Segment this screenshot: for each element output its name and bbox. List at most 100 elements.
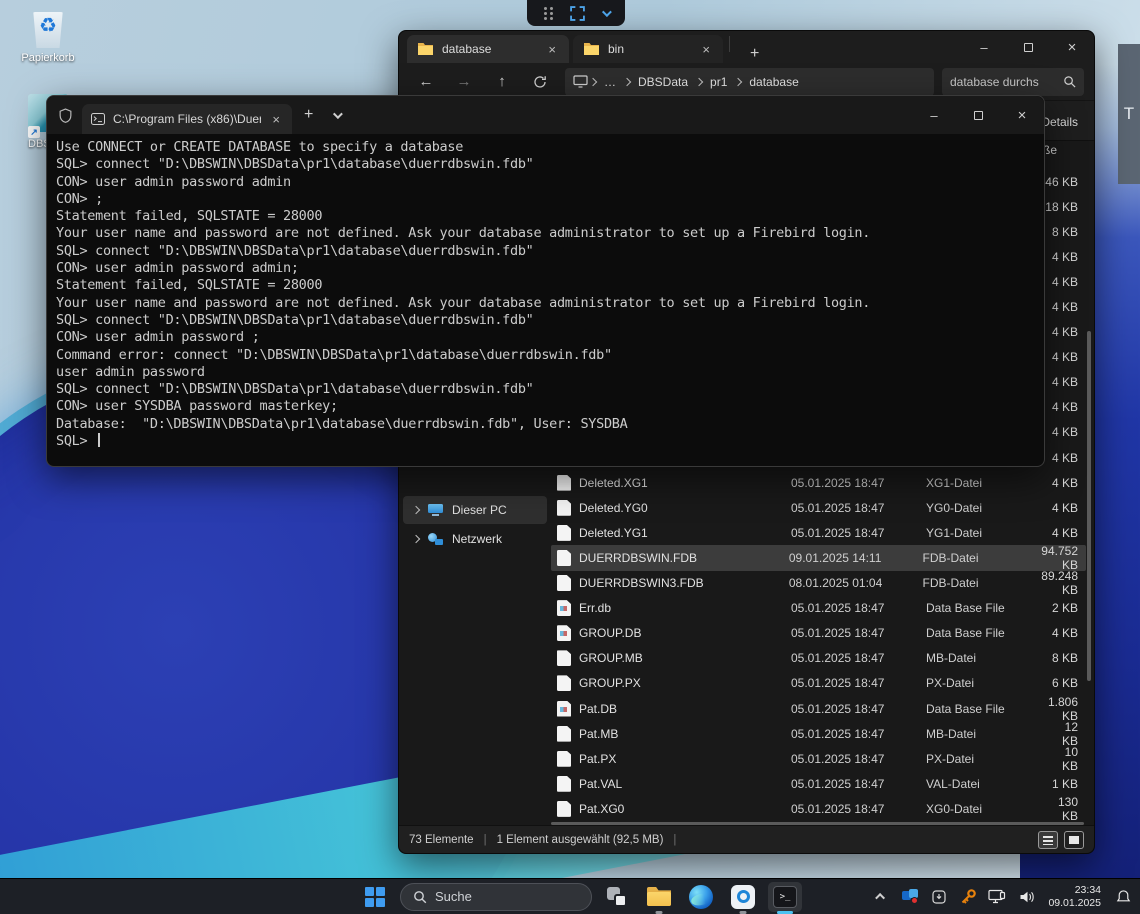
search-placeholder: Suche: [435, 889, 472, 904]
breadcrumb-chevron-icon: [695, 77, 703, 85]
terminal-tab[interactable]: C:\Program Files (x86)\Duerr\ ×: [82, 104, 292, 134]
window-controls: – ×: [962, 31, 1094, 63]
close-button[interactable]: ×: [1050, 31, 1094, 63]
remote-session-toolbar[interactable]: [527, 0, 625, 26]
tray-volume-icon[interactable]: [1015, 883, 1037, 911]
details-view-toggle[interactable]: [1038, 831, 1058, 849]
recycle-symbol-icon: ♻: [26, 13, 70, 38]
new-tab-button[interactable]: +: [742, 45, 767, 63]
file-row[interactable]: DUERRDBSWIN.FDB09.01.2025 14:11FDB-Datei…: [551, 545, 1086, 570]
forward-button[interactable]: →: [447, 68, 481, 96]
file-size: 4 KB: [1046, 476, 1080, 490]
file-row[interactable]: Deleted.YG105.01.2025 18:47YG1-Datei4 KB: [551, 520, 1086, 545]
tab-close-icon[interactable]: ×: [699, 42, 713, 57]
file-date: 05.01.2025 18:47: [791, 476, 926, 490]
tray-key-icon[interactable]: [957, 883, 979, 911]
terminal-window: C:\Program Files (x86)\Duerr\ × + – × Us…: [46, 95, 1045, 467]
tab-close-icon[interactable]: ×: [545, 42, 559, 57]
database-file-icon: [557, 701, 571, 717]
chevron-right-icon[interactable]: [412, 535, 420, 543]
file-row[interactable]: Err.db05.01.2025 18:47Data Base File2 KB: [551, 596, 1086, 621]
file-explorer-icon: [647, 887, 671, 906]
breadcrumb-item[interactable]: DBSData: [632, 73, 694, 91]
start-button[interactable]: [358, 882, 392, 912]
status-divider: |: [484, 834, 487, 846]
file-row[interactable]: Pat.MB05.01.2025 18:47MB-Datei12 KB: [551, 721, 1086, 746]
maximize-button[interactable]: [1006, 31, 1050, 63]
file-row[interactable]: Deleted.XG105.01.2025 18:47XG1-Datei4 KB: [551, 470, 1086, 495]
terminal-cursor: [98, 433, 100, 447]
file-date: 09.01.2025 14:11: [789, 551, 923, 565]
sidebar-item-netzwerk[interactable]: Netzwerk: [403, 525, 547, 553]
tray-package-icon[interactable]: [928, 883, 950, 911]
tab-label: bin: [608, 42, 691, 56]
drag-handle-icon[interactable]: [544, 7, 554, 20]
file-row[interactable]: GROUP.MB05.01.2025 18:47MB-Datei8 KB: [551, 646, 1086, 671]
vertical-scrollbar[interactable]: [1087, 331, 1091, 681]
task-view-button[interactable]: [600, 882, 634, 912]
file-row[interactable]: Deleted.YG005.01.2025 18:47YG0-Datei4 KB: [551, 495, 1086, 520]
file-row[interactable]: DUERRDBSWIN3.FDB08.01.2025 01:04FDB-Date…: [551, 571, 1086, 596]
desktop-icon-recycle-bin[interactable]: ♻ Papierkorb: [16, 8, 80, 64]
display-icon: [988, 889, 1006, 904]
folder-icon: [417, 42, 434, 56]
package-icon: [931, 889, 947, 905]
up-button[interactable]: ↑: [485, 68, 519, 96]
close-button[interactable]: ×: [1000, 99, 1044, 131]
file-type: PX-Datei: [926, 676, 1046, 690]
breadcrumb-item[interactable]: database: [743, 73, 804, 91]
file-name: Pat.MB: [579, 727, 791, 741]
taskbar-explorer-button[interactable]: [642, 882, 676, 912]
status-divider: |: [673, 834, 676, 846]
taskbar-terminal-button[interactable]: >_: [768, 882, 802, 912]
tray-display-icon[interactable]: [986, 883, 1008, 911]
explorer-tab-bar: database × bin × + – ×: [399, 31, 1094, 63]
file-row[interactable]: Pat.VAL05.01.2025 18:47VAL-Datei1 KB: [551, 771, 1086, 796]
breadcrumb-item[interactable]: pr1: [704, 73, 733, 91]
breadcrumb-overflow[interactable]: …: [598, 73, 622, 91]
taskbar-app-area: Suche >_: [358, 879, 802, 914]
taskbar-edge-button[interactable]: [684, 882, 718, 912]
thumbnail-view-toggle[interactable]: [1064, 831, 1084, 849]
taskbar-ring-app-button[interactable]: [726, 882, 760, 912]
tab-database[interactable]: database ×: [407, 35, 569, 63]
terminal-title-bar[interactable]: C:\Program Files (x86)\Duerr\ × + – ×: [47, 96, 1044, 134]
minimize-button[interactable]: –: [912, 99, 956, 131]
chevron-right-icon[interactable]: [412, 506, 420, 514]
refresh-button[interactable]: [523, 68, 557, 96]
tab-divider: [729, 36, 730, 52]
terminal-line: user admin password: [56, 364, 1044, 381]
file-row[interactable]: GROUP.DB05.01.2025 18:47Data Base File4 …: [551, 621, 1086, 646]
explorer-search-input[interactable]: database durchs: [942, 68, 1084, 96]
windows-logo-icon: [365, 887, 385, 907]
file-icon: [557, 776, 571, 792]
file-row[interactable]: Pat.XG005.01.2025 18:47XG0-Datei130 KB: [551, 796, 1086, 821]
back-button[interactable]: ←: [409, 68, 443, 96]
terminal-output[interactable]: Use CONNECT or CREATE DATABASE to specif…: [47, 134, 1044, 466]
sidebar-item-dieser-pc[interactable]: Dieser PC: [403, 496, 547, 524]
file-row[interactable]: Pat.DB05.01.2025 18:47Data Base File1.80…: [551, 696, 1086, 721]
new-terminal-tab-button[interactable]: +: [292, 106, 325, 124]
fullscreen-icon[interactable]: [570, 6, 585, 21]
minimize-button[interactable]: –: [962, 31, 1006, 63]
file-size: 1 KB: [1046, 777, 1080, 791]
file-name: Deleted.YG1: [579, 526, 791, 540]
notification-bell-button[interactable]: [1112, 883, 1134, 911]
chevron-down-icon[interactable]: [601, 7, 611, 17]
tray-overflow-button[interactable]: [870, 883, 892, 911]
maximize-button[interactable]: [956, 99, 1000, 131]
taskbar-clock[interactable]: 23:34 09.01.2025: [1044, 884, 1105, 909]
folder-icon: [583, 42, 600, 56]
taskbar-search-input[interactable]: Suche: [400, 883, 592, 911]
tab-close-icon[interactable]: ×: [269, 112, 283, 127]
file-row[interactable]: Pat.PX05.01.2025 18:47PX-Datei10 KB: [551, 746, 1086, 771]
file-row[interactable]: GROUP.PX05.01.2025 18:47PX-Datei6 KB: [551, 671, 1086, 696]
edge-panel-tab[interactable]: T: [1118, 44, 1140, 184]
tab-bin[interactable]: bin ×: [573, 35, 723, 63]
ring-app-icon: [731, 885, 755, 909]
tray-sync-icon[interactable]: [899, 883, 921, 911]
file-type: YG0-Datei: [926, 501, 1046, 515]
breadcrumb[interactable]: … DBSData pr1 database: [565, 68, 934, 96]
database-file-icon: [557, 625, 571, 641]
terminal-dropdown-button[interactable]: [325, 106, 348, 124]
